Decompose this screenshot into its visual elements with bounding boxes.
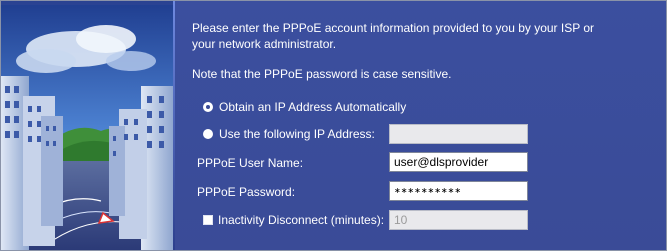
- intro-text-line2: your network administrator.: [192, 37, 337, 51]
- manual-ip-radio[interactable]: [203, 129, 213, 139]
- inactivity-checkbox[interactable]: [203, 215, 213, 225]
- inactivity-minutes-field[interactable]: 10: [389, 210, 528, 230]
- note-text: Note that the PPPoE password is case sen…: [192, 67, 452, 81]
- password-label: PPPoE Password:: [197, 185, 296, 199]
- manual-ip-label[interactable]: Use the following IP Address:: [219, 127, 375, 141]
- auto-ip-radio[interactable]: [203, 102, 213, 112]
- username-field[interactable]: user@dlsprovider: [389, 152, 528, 172]
- form-panel: Please enter the PPPoE account informati…: [175, 1, 666, 250]
- pppoe-settings-window: Please enter the PPPoE account informati…: [0, 0, 667, 251]
- auto-ip-label[interactable]: Obtain an IP Address Automatically: [219, 100, 406, 114]
- city-street-illustration: [1, 1, 173, 250]
- password-field[interactable]: ∗∗∗∗∗∗∗∗∗∗: [389, 181, 528, 201]
- inactivity-label[interactable]: Inactivity Disconnect (minutes):: [218, 213, 384, 227]
- manual-ip-field[interactable]: [389, 124, 528, 144]
- username-label: PPPoE User Name:: [197, 156, 304, 170]
- intro-text-line1: Please enter the PPPoE account informati…: [192, 21, 595, 35]
